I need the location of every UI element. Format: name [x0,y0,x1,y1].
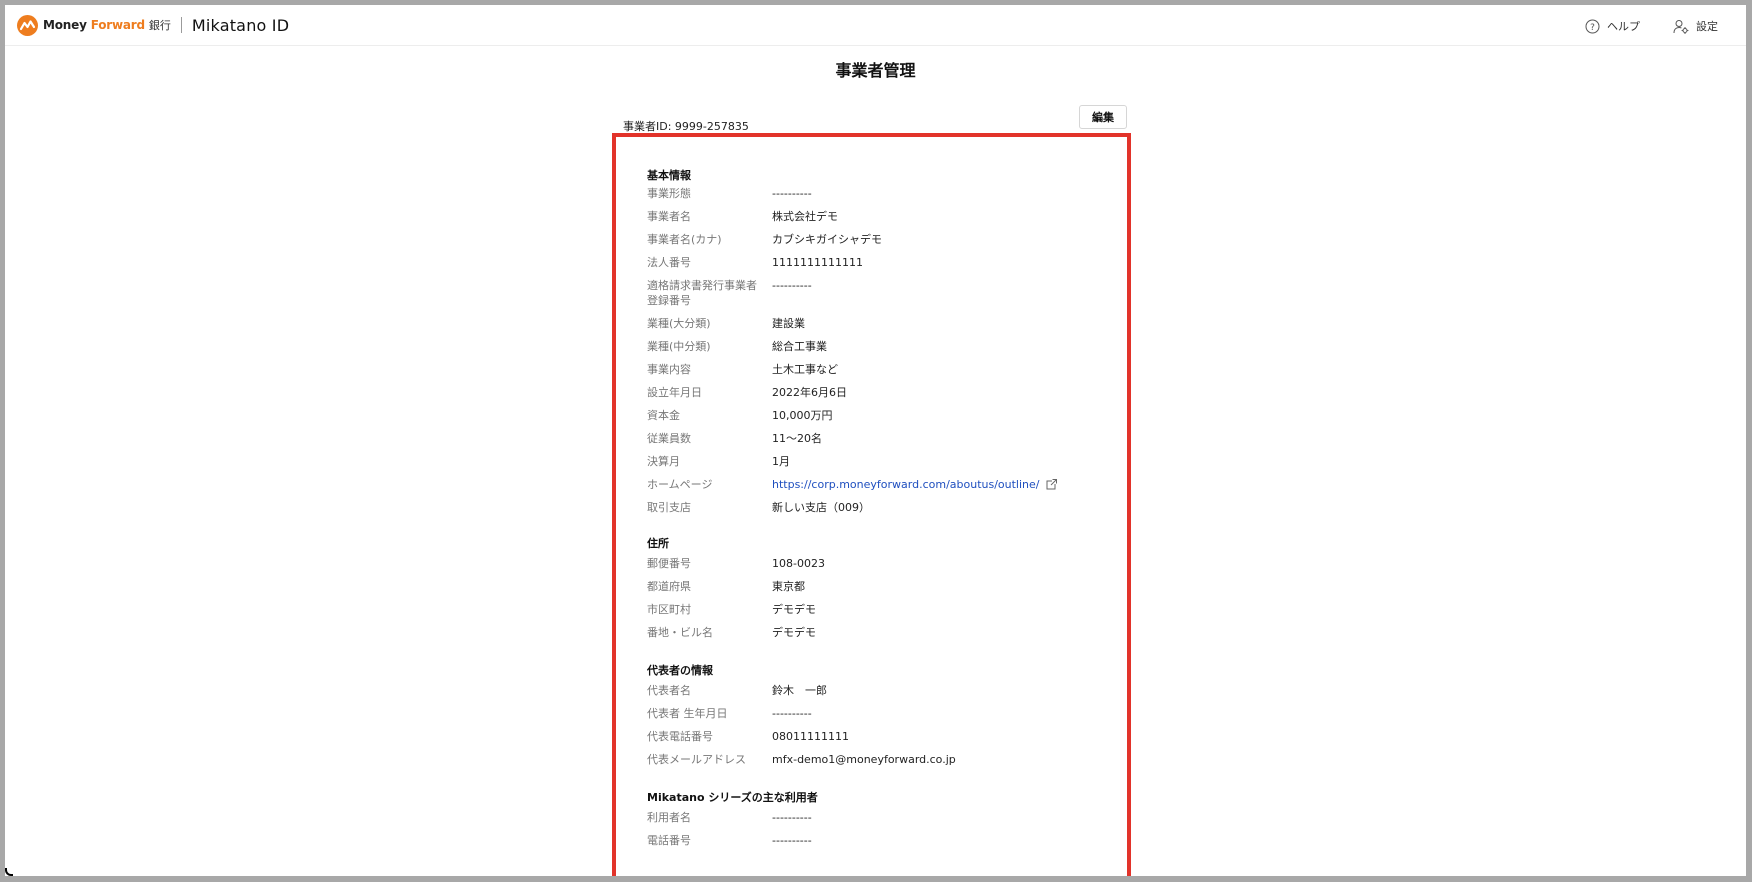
row-label: 利用者名 [647,811,691,824]
row-value: 10,000万円 [772,409,833,422]
row-label: 代表電話番号 [647,730,713,743]
row-value: 新しい支店（009） [772,501,870,514]
row-label: ホームページ [647,478,713,491]
top-header: Money Forward 銀行 Mikatano ID ? ヘルプ 設定 [5,5,1746,46]
settings-label: 設定 [1696,20,1718,33]
row-value: 1111111111111 [772,256,863,269]
row-value: 108-0023 [772,557,825,570]
row-value: ---------- [772,811,812,824]
row-label: 代表メールアドレス [647,753,746,766]
money-forward-logo-icon [17,14,38,36]
row-label: 業種(中分類) [647,340,711,353]
svg-text:?: ? [1590,23,1595,33]
brand-forward-text: Forward [90,18,145,32]
window-corner [5,868,13,876]
logo-divider [180,17,182,33]
row-value: ---------- [772,707,812,720]
row-label: 従業員数 [647,432,691,445]
row-value: ---------- [772,834,812,847]
user-settings-icon [1673,19,1689,34]
row-label: 事業者名 [647,210,691,223]
row-value: 土木工事など [772,363,838,376]
row-label: 事業者名(カナ) [647,233,722,246]
row-value: 建設業 [772,317,805,330]
row-value: 鈴木 一郎 [772,684,827,697]
row-value: 総合工事業 [772,340,827,353]
row-label: 電話番号 [647,834,691,847]
edit-button[interactable]: 編集 [1079,105,1127,129]
section-title-address: 住所 [647,537,669,550]
row-value: デモデモ [772,626,816,639]
row-label: 郵便番号 [647,557,691,570]
row-label: 資本金 [647,409,680,422]
business-id: 事業者ID: 9999-257835 [623,120,749,133]
homepage-value: https://corp.moneyforward.com/aboutus/ou… [772,477,1057,492]
row-label: 決算月 [647,455,680,468]
settings-button[interactable]: 設定 [1673,17,1718,35]
brand-logo[interactable]: Money Forward 銀行 Mikatano ID [17,14,290,36]
row-label: 事業形態 [647,187,691,200]
business-info-card: 基本情報 事業形態 ---------- 事業者名 株式会社デモ 事業者名(カナ… [612,133,1131,876]
brand-mikatano-text: Mikatano ID [191,15,290,35]
app-window: Money Forward 銀行 Mikatano ID ? ヘルプ 設定 事業… [5,5,1746,876]
row-value: 11〜20名 [772,432,822,445]
homepage-link[interactable]: https://corp.moneyforward.com/aboutus/ou… [772,478,1040,491]
row-label: 市区町村 [647,603,691,616]
section-title-representative: 代表者の情報 [647,664,713,677]
section-title-main-users: Mikatano シリーズの主な利用者 [647,791,818,804]
row-value: 08011111111 [772,730,849,743]
row-label: 番地・ビル名 [647,626,713,639]
row-label: 適格請求書発行事業者登録番号 [647,279,757,307]
row-value: カブシキガイシャデモ [772,233,882,246]
row-value: 東京都 [772,580,805,593]
row-value: ---------- [772,279,812,292]
row-label: 業種(大分類) [647,317,711,330]
row-value: 1月 [772,455,790,468]
row-value: 2022年6月6日 [772,386,847,399]
help-icon: ? [1585,19,1600,33]
row-label: 事業内容 [647,363,691,376]
page-title: 事業者管理 [835,61,916,80]
help-button[interactable]: ? ヘルプ [1585,17,1640,35]
row-value: 株式会社デモ [772,210,838,223]
brand-bank-text: 銀行 [148,19,171,32]
row-label: 法人番号 [647,256,691,269]
row-label: 都道府県 [647,580,691,593]
help-label: ヘルプ [1607,20,1640,33]
row-value: ---------- [772,187,812,200]
row-label: 代表者 生年月日 [647,707,728,720]
external-link-icon[interactable] [1046,479,1057,490]
row-label: 設立年月日 [647,386,702,399]
section-title-basic-info: 基本情報 [647,169,691,182]
row-value: デモデモ [772,603,816,616]
row-value: mfx-demo1@moneyforward.co.jp [772,753,956,766]
row-label: 代表者名 [647,684,691,697]
row-label: 取引支店 [647,501,691,514]
brand-money-text: Money [43,18,87,32]
